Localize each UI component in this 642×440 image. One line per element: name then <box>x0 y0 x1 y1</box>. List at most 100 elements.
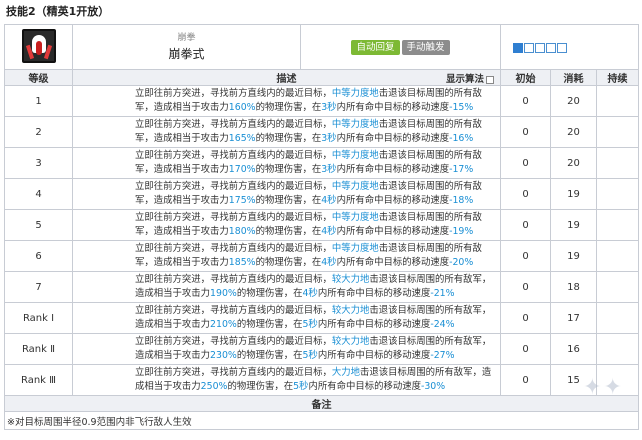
formula-checkbox[interactable] <box>486 75 494 84</box>
row-cost: 19 <box>550 240 597 272</box>
table-row: 1 立即往前方突进，寻找前方直线内的最近目标，中等力度地击退该目标周围的所有敌军，… <box>4 85 640 117</box>
row-description: 立即往前方突进，寻找前方直线内的最近目标，中等力度地击退该目标周围的所有敌军，造… <box>72 116 501 148</box>
formula-toggle[interactable]: 显示算法 <box>446 71 494 85</box>
row-cost: 20 <box>550 147 597 179</box>
desc-text: 的物理伤害，在 <box>236 319 303 330</box>
row-description: 立即往前方突进，寻找前方直线内的最近目标，较大力地击退该目标周围的所有敌军，造成… <box>72 302 501 334</box>
row-cost: 19 <box>550 209 597 241</box>
row-level: 6 <box>4 240 73 272</box>
row-cost: 17 <box>550 302 597 334</box>
row-description: 立即往前方突进，寻找前方直线内的最近目标，大力地击退该目标周围的所有敌军，造成相… <box>72 364 501 396</box>
row-duration <box>595 302 640 334</box>
desc-text: 内所有命中目标的移动速度 <box>317 350 431 361</box>
desc-text: 的物理伤害，在 <box>255 195 322 206</box>
desc-highlight: 4秒 <box>321 195 337 206</box>
desc-highlight: 5秒 <box>302 350 318 361</box>
sp-box <box>513 42 523 53</box>
desc-text: 内所有命中目标的移动速度 <box>336 133 450 144</box>
row-duration <box>595 178 640 210</box>
table-row: Rank Ⅱ 立即往前方突进，寻找前方直线内的最近目标，较大力地击退该目标周围的所… <box>4 333 640 365</box>
desc-text: 立即往前方突进，寻找前方直线内的最近目标， <box>135 336 332 347</box>
row-description: 立即往前方突进，寻找前方直线内的最近目标，中等力度地击退该目标周围的所有敌军，造… <box>72 209 501 241</box>
desc-highlight: 较大力地 <box>331 305 370 316</box>
row-duration <box>595 209 640 241</box>
desc-highlight: -20% <box>449 257 474 268</box>
desc-text: 内所有命中目标的移动速度 <box>336 257 450 268</box>
row-init: 0 <box>500 302 551 334</box>
row-init: 0 <box>500 178 551 210</box>
desc-highlight: 4秒 <box>321 257 337 268</box>
col-init: 初始 <box>500 69 551 86</box>
row-duration <box>595 116 640 148</box>
desc-text: 立即往前方突进，寻找前方直线内的最近目标， <box>135 274 332 285</box>
desc-highlight: 4秒 <box>302 288 318 299</box>
row-duration <box>595 85 640 117</box>
row-level: Rank Ⅲ <box>4 364 73 396</box>
desc-highlight: -18% <box>449 195 474 206</box>
col-duration: 持续 <box>595 69 640 86</box>
table-row: 4 立即往前方突进，寻找前方直线内的最近目标，中等力度地击退该目标周围的所有敌军，… <box>4 178 640 210</box>
sp-box <box>524 42 534 53</box>
row-level: Rank Ⅱ <box>4 333 73 365</box>
skill-table: 崩拳 崩拳式 自动回复 手动触发 等级 描述 显示算法 初始 消耗 持续 1 立… <box>3 24 640 430</box>
desc-highlight: 较大力地 <box>331 274 370 285</box>
row-init: 0 <box>500 333 551 365</box>
row-init: 0 <box>500 240 551 272</box>
row-duration <box>595 240 640 272</box>
row-init: 0 <box>500 116 551 148</box>
desc-highlight: 3秒 <box>321 102 337 113</box>
row-description: 立即往前方突进，寻找前方直线内的最近目标，较大力地击退该目标周围的所有敌军，造成… <box>72 333 501 365</box>
row-cost: 18 <box>550 271 597 303</box>
sp-indicator <box>499 24 640 70</box>
desc-text: 立即往前方突进，寻找前方直线内的最近目标， <box>135 367 332 378</box>
formula-label: 显示算法 <box>445 74 484 85</box>
desc-text: 的物理伤害，在 <box>236 350 303 361</box>
row-description: 立即往前方突进，寻找前方直线内的最近目标，中等力度地击退该目标周围的所有敌军，造… <box>72 178 501 210</box>
skill-tags: 自动回复 手动触发 <box>301 25 500 69</box>
row-init: 0 <box>500 209 551 241</box>
desc-text: 的物理伤害，在 <box>255 102 322 113</box>
row-level: 2 <box>4 116 73 148</box>
row-level: 4 <box>4 178 73 210</box>
desc-text: 的物理伤害，在 <box>255 164 322 175</box>
table-row: 7 立即往前方突进，寻找前方直线内的最近目标，较大力地击退该目标周围的所有敌军，造… <box>4 271 640 303</box>
skill-header-row: 崩拳 崩拳式 自动回复 手动触发 <box>4 24 640 70</box>
desc-highlight: 中等力度地 <box>331 181 379 192</box>
note-header: 备注 <box>3 395 640 412</box>
desc-text: 的物理伤害，在 <box>236 288 303 299</box>
desc-text: 内所有命中目标的移动速度 <box>336 102 450 113</box>
desc-text: 立即往前方突进，寻找前方直线内的最近目标， <box>135 119 332 130</box>
desc-text: 的物理伤害，在 <box>255 133 322 144</box>
desc-highlight: 175% <box>228 195 256 206</box>
desc-text: 内所有命中目标的移动速度 <box>317 319 431 330</box>
desc-highlight: 210% <box>210 319 237 330</box>
skill-name: 崩拳式 <box>168 47 205 61</box>
row-level: 1 <box>4 85 73 117</box>
desc-text: 的物理伤害，在 <box>255 226 322 237</box>
row-duration <box>595 147 640 179</box>
table-row: Rank Ⅲ 立即往前方突进，寻找前方直线内的最近目标，大力地击退该目标周围的所有… <box>4 364 640 396</box>
desc-text: 内所有命中目标的移动速度 <box>336 195 450 206</box>
tag-auto-recovery: 自动回复 <box>351 39 400 55</box>
col-desc-label: 描述 <box>276 74 297 85</box>
row-level: 3 <box>4 147 73 179</box>
desc-highlight: 185% <box>228 257 256 268</box>
col-level: 等级 <box>4 69 73 86</box>
desc-highlight: 180% <box>228 226 256 237</box>
desc-highlight: 3秒 <box>321 164 337 175</box>
desc-highlight: 较大力地 <box>331 336 370 347</box>
row-cost: 19 <box>550 178 597 210</box>
table-row: 6 立即往前方突进，寻找前方直线内的最近目标，中等力度地击退该目标周围的所有敌军，… <box>4 240 640 272</box>
desc-text: 立即往前方突进，寻找前方直线内的最近目标， <box>135 243 332 254</box>
skill-name-cell: 崩拳 崩拳式 自动回复 手动触发 <box>72 24 501 70</box>
row-level: 7 <box>4 271 73 303</box>
desc-text: 内所有命中目标的移动速度 <box>336 164 450 175</box>
column-header-row: 等级 描述 显示算法 初始 消耗 持续 <box>4 69 640 86</box>
table-row: 2 立即往前方突进，寻找前方直线内的最近目标，中等力度地击退该目标周围的所有敌军，… <box>4 116 640 148</box>
desc-highlight: 4秒 <box>321 226 337 237</box>
desc-highlight: 5秒 <box>293 381 309 392</box>
desc-highlight: 中等力度地 <box>331 88 379 99</box>
row-level: 5 <box>4 209 73 241</box>
desc-highlight: 165% <box>228 133 256 144</box>
desc-highlight: -30% <box>420 381 446 392</box>
